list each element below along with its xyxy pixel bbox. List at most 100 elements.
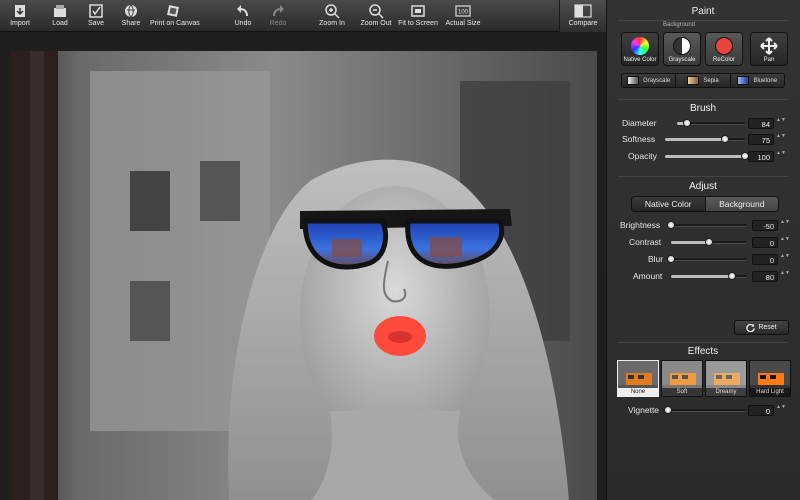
effect-soft[interactable]: Soft <box>661 360 703 397</box>
softness-value[interactable]: 75 <box>748 134 774 145</box>
slider-knob[interactable] <box>664 406 672 414</box>
native-color-label: Native Color <box>623 57 657 63</box>
amount-value[interactable]: 80 <box>752 271 778 282</box>
brightness-stepper[interactable]: ▲▼ <box>780 220 790 231</box>
undo-button[interactable]: Undo <box>229 0 257 32</box>
blur-stepper[interactable]: ▲▼ <box>780 254 790 265</box>
redo-button[interactable]: Redo <box>264 0 292 32</box>
slider-knob[interactable] <box>667 255 675 263</box>
softness-slider[interactable] <box>665 135 745 143</box>
background-mode-selector: Grayscale Sepia Bluetone <box>621 73 785 88</box>
app-window: Import Load Save Share Print on Canvas U… <box>0 0 800 500</box>
contrast-value[interactable]: 0 <box>752 237 778 248</box>
slider-knob[interactable] <box>727 272 736 280</box>
fit-screen-icon <box>411 5 425 17</box>
opacity-stepper[interactable]: ▲▼ <box>776 151 786 162</box>
softness-label: Softness <box>622 134 656 144</box>
blur-label: Blur <box>648 254 664 264</box>
fit-screen-button[interactable]: Fit to Screen <box>397 0 439 32</box>
grayscale-button[interactable]: Grayscale <box>663 32 701 66</box>
import-icon <box>15 5 25 17</box>
reset-icon <box>746 323 756 332</box>
paint-title: Paint <box>691 6 715 17</box>
blur-value[interactable]: 0 <box>752 254 778 265</box>
save-button[interactable]: Save <box>82 0 110 32</box>
zoom-out-button[interactable]: Zoom Out <box>359 0 393 32</box>
print-canvas-icon <box>167 5 179 17</box>
edited-photo[interactable] <box>10 51 597 500</box>
paint-divider <box>618 20 788 21</box>
tab-native-color[interactable]: Native Color <box>632 197 705 211</box>
compare-icon <box>574 4 592 18</box>
adjust-target-tabs: Native Color Background <box>631 196 779 212</box>
contrast-stepper[interactable]: ▲▼ <box>780 237 790 248</box>
load-button[interactable]: Load <box>46 0 74 32</box>
softness-stepper[interactable]: ▲▼ <box>776 134 786 145</box>
mode-bluetone[interactable]: Bluetone <box>731 74 784 87</box>
actual-size-label: Actual Size <box>445 20 481 27</box>
effects-divider <box>618 342 788 343</box>
slider-knob[interactable] <box>721 135 729 143</box>
pan-icon <box>760 37 778 55</box>
blur-slider[interactable] <box>667 255 747 263</box>
opacity-label: Opacity <box>628 151 657 161</box>
reset-label: Reset <box>758 324 777 331</box>
opacity-slider[interactable] <box>665 152 749 160</box>
opacity-value[interactable]: 100 <box>748 151 774 162</box>
diameter-stepper[interactable]: ▲▼ <box>776 118 786 129</box>
brush-title: Brush <box>689 103 717 114</box>
grayscale-icon <box>673 37 691 55</box>
slider-fill <box>665 138 725 141</box>
slider-knob[interactable] <box>682 119 691 127</box>
undo-icon <box>237 5 248 17</box>
slider-knob[interactable] <box>705 238 713 246</box>
vignette-slider[interactable] <box>664 406 746 414</box>
mode-sepia[interactable]: Sepia <box>676 74 731 87</box>
pan-button[interactable]: Pan <box>750 32 788 66</box>
vignette-stepper[interactable]: ▲▼ <box>776 405 786 416</box>
contrast-slider[interactable] <box>671 238 747 246</box>
save-icon <box>89 4 103 18</box>
tab-background[interactable]: Background <box>704 197 778 211</box>
brightness-slider[interactable] <box>667 221 747 229</box>
compare-button[interactable]: Compare <box>559 0 606 32</box>
recolor-button[interactable]: ReColor <box>705 32 743 66</box>
diameter-value[interactable]: 84 <box>748 118 774 129</box>
effects-strip: None Soft Dreamy Hard Light <box>617 360 791 397</box>
import-button[interactable]: Import <box>6 0 34 32</box>
canvas-area[interactable] <box>0 33 606 500</box>
share-label: Share <box>121 20 141 27</box>
share-icon <box>125 4 137 18</box>
svg-text:100: 100 <box>458 10 469 16</box>
slider-fill <box>671 241 709 244</box>
background-label: Background <box>663 22 696 28</box>
effect-none[interactable]: None <box>617 360 659 397</box>
native-color-button[interactable]: Native Color <box>621 32 659 66</box>
amount-slider[interactable] <box>671 272 747 280</box>
slider-knob[interactable] <box>667 221 675 229</box>
amount-stepper[interactable]: ▲▼ <box>780 271 790 282</box>
vignette-value[interactable]: 0 <box>748 405 774 416</box>
grayscale-swatch-icon <box>627 76 640 85</box>
toolbar: Import Load Save Share Print on Canvas U… <box>0 0 606 32</box>
load-icon <box>54 5 66 17</box>
save-label: Save <box>88 20 104 27</box>
effect-dreamy[interactable]: Dreamy <box>705 360 747 397</box>
bluetone-swatch-icon <box>737 76 750 85</box>
print-canvas-button[interactable]: Print on Canvas <box>150 0 200 32</box>
brightness-label: Brightness <box>620 220 661 230</box>
share-button[interactable]: Share <box>117 0 145 32</box>
diameter-slider[interactable] <box>677 119 745 127</box>
mode-grayscale[interactable]: Grayscale <box>622 74 677 87</box>
zoom-in-icon <box>325 4 340 19</box>
effect-label: None <box>618 388 658 396</box>
reset-button[interactable]: Reset <box>734 320 789 335</box>
zoom-in-button[interactable]: Zoom In <box>317 0 347 32</box>
slider-fill <box>671 275 732 278</box>
compare-label: Compare <box>568 20 598 27</box>
effect-hard-light[interactable]: Hard Light <box>749 360 791 397</box>
actual-size-button[interactable]: 100 Actual Size <box>445 0 481 32</box>
sepia-swatch-icon <box>687 76 700 85</box>
actual-size-icon: 100 <box>455 5 471 17</box>
brightness-value[interactable]: -50 <box>752 220 778 231</box>
